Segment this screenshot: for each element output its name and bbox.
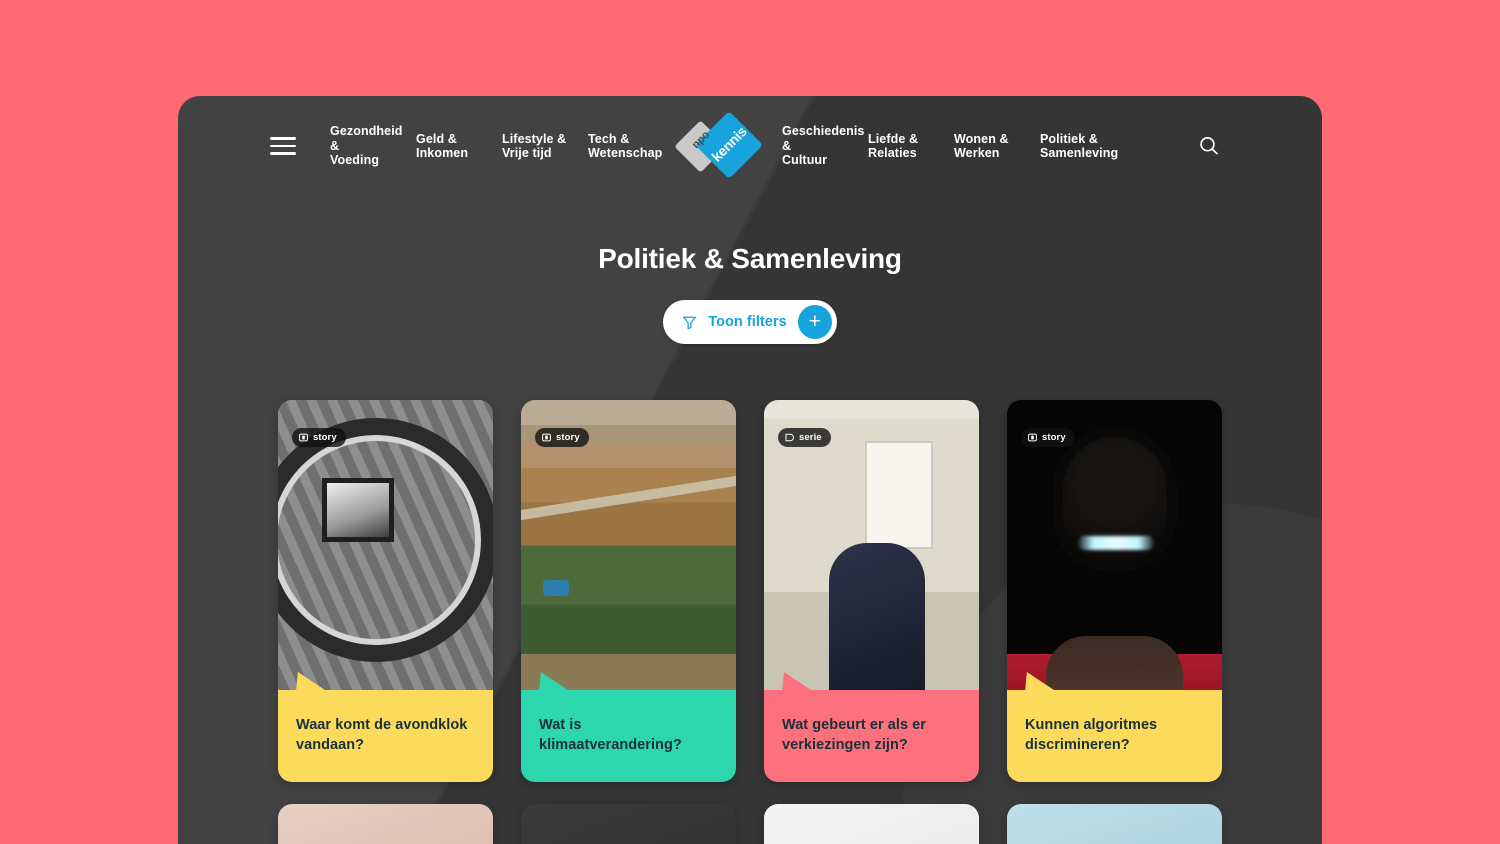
hamburger-menu-icon[interactable]	[270, 133, 296, 159]
card-title: Wat is klimaatverandering?	[539, 717, 682, 753]
story-card[interactable]: story Wat is klimaatverandering?	[521, 400, 736, 782]
card-badge-label: story	[556, 432, 580, 443]
story-card[interactable]: story Waar komt de avondklok vandaan?	[278, 400, 493, 782]
story-card-grid-row-2	[178, 804, 1322, 844]
card-footer: Kunnen algoritmes discrimineren?	[1007, 672, 1222, 782]
hamburger-bar	[270, 152, 296, 155]
nav-item-gezondheid-voeding[interactable]: Gezondheid & Voeding	[330, 124, 406, 168]
card-badge: serie	[778, 428, 831, 447]
card-photo	[278, 804, 493, 844]
card-image	[764, 804, 979, 844]
card-title: Wat gebeurt er als er verkiezingen zijn?	[782, 717, 926, 753]
story-icon	[542, 433, 551, 442]
story-card[interactable]	[1007, 804, 1222, 844]
page-title: Politiek & Samenleving	[598, 243, 902, 274]
story-card[interactable]	[764, 804, 979, 844]
toon-filters-button[interactable]: Toon filters +	[663, 300, 837, 344]
card-footer: Waar komt de avondklok vandaan?	[278, 672, 493, 782]
nav-item-liefde-relaties[interactable]: Liefde & Relaties	[868, 132, 944, 161]
nav-item-tech-wetenschap[interactable]: Tech & Wetenschap	[588, 132, 664, 161]
hamburger-bar	[270, 137, 296, 140]
toon-filters-label: Toon filters	[708, 314, 787, 330]
site-header: Gezondheid & Voeding Geld & Inkomen Life…	[178, 96, 1322, 196]
nav-item-wonen-werken[interactable]: Wonen & Werken	[954, 132, 1030, 161]
card-image	[1007, 804, 1222, 844]
nav-item-politiek-samenleving[interactable]: Politiek & Samenleving	[1040, 132, 1118, 161]
serie-icon	[785, 433, 794, 442]
primary-nav-right: Geschiedenis & Cultuur Liefde & Relaties…	[782, 124, 1126, 168]
card-image	[278, 804, 493, 844]
hamburger-bar	[270, 144, 296, 148]
browser-panel: Gezondheid & Voeding Geld & Inkomen Life…	[178, 96, 1322, 844]
card-photo	[764, 804, 979, 844]
search-icon[interactable]	[1196, 133, 1222, 159]
card-badge-label: serie	[799, 432, 822, 443]
card-badge: story	[535, 428, 589, 447]
primary-nav-left: Gezondheid & Voeding Geld & Inkomen Life…	[330, 124, 674, 168]
plus-icon[interactable]: +	[797, 305, 832, 339]
card-badge: story	[1021, 428, 1075, 447]
card-badge-label: story	[1042, 432, 1066, 443]
card-photo	[1007, 804, 1222, 844]
story-card[interactable]	[278, 804, 493, 844]
story-icon	[299, 433, 308, 442]
story-icon	[1028, 433, 1037, 442]
card-footer: Wat gebeurt er als er verkiezingen zijn?	[764, 672, 979, 782]
nav-item-geschiedenis-cultuur[interactable]: Geschiedenis & Cultuur	[782, 124, 864, 168]
card-badge-label: story	[313, 432, 337, 443]
story-card[interactable]: story Kunnen algoritmes discrimineren?	[1007, 400, 1222, 782]
story-card-grid: story Waar komt de avondklok vandaan? st…	[178, 400, 1322, 782]
npo-kennis-logo[interactable]: npo kennis	[674, 111, 763, 179]
filter-funnel-icon	[682, 315, 697, 330]
card-title: Kunnen algoritmes discrimineren?	[1025, 717, 1158, 753]
story-card[interactable]: serie Wat gebeurt er als er verkiezingen…	[764, 400, 979, 782]
card-footer: Wat is klimaatverandering?	[521, 672, 736, 782]
card-title: Waar komt de avondklok vandaan?	[296, 717, 468, 753]
nav-item-geld-inkomen[interactable]: Geld & Inkomen	[416, 132, 492, 161]
filter-bar: Toon filters +	[178, 300, 1322, 344]
card-image	[521, 804, 736, 844]
story-card[interactable]	[521, 804, 736, 844]
nav-item-lifestyle-vrije-tijd[interactable]: Lifestyle & Vrije tijd	[502, 132, 578, 161]
card-badge: story	[292, 428, 346, 447]
card-photo	[521, 804, 736, 844]
